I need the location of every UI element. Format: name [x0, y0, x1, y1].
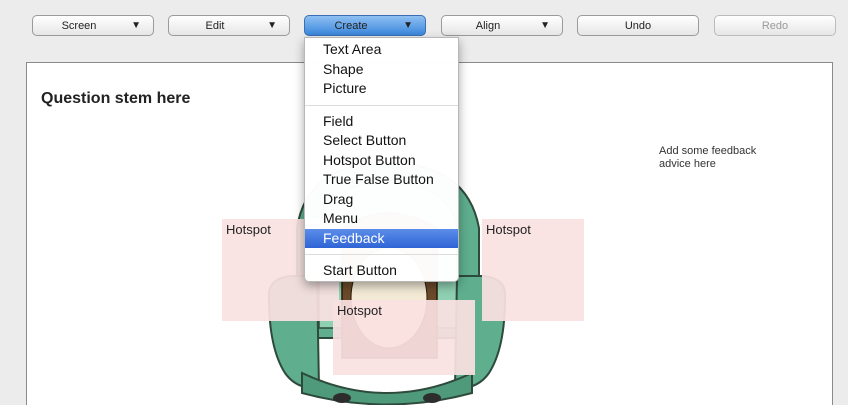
redo-button[interactable]: Redo [714, 15, 836, 36]
hotspot-right[interactable]: Hotspot [482, 219, 584, 321]
create-button-label: Create [334, 19, 368, 32]
menu-item-menu[interactable]: Menu [305, 209, 458, 229]
undo-button-label: Undo [624, 19, 652, 32]
question-stem-text[interactable]: Question stem here [41, 90, 190, 108]
menu-separator [305, 254, 458, 255]
edit-button-label: Edit [205, 19, 225, 32]
undo-button[interactable]: Undo [577, 15, 699, 36]
chevron-down-icon: ▼ [403, 20, 413, 31]
menu-item-start-button[interactable]: Start Button [305, 261, 458, 281]
menu-item-picture[interactable]: Picture [305, 79, 458, 99]
menu-item-field[interactable]: Field [305, 112, 458, 132]
menu-item-drag[interactable]: Drag [305, 190, 458, 210]
menu-separator [305, 104, 458, 106]
menu-item-select-button[interactable]: Select Button [305, 131, 458, 151]
edit-menu-button[interactable]: Edit ▼ [168, 15, 290, 36]
screen-button-label: Screen [61, 19, 97, 32]
hotspot-bottom-label: Hotspot [337, 303, 382, 318]
menu-item-hotspot-button[interactable]: Hotspot Button [305, 151, 458, 171]
chevron-down-icon: ▼ [540, 20, 550, 31]
chevron-down-icon: ▼ [131, 20, 141, 31]
hotspot-right-label: Hotspot [486, 222, 531, 237]
align-menu-button[interactable]: Align ▼ [441, 15, 563, 36]
chevron-down-icon: ▼ [267, 20, 277, 31]
menu-item-shape[interactable]: Shape [305, 60, 458, 80]
hotspot-bottom[interactable]: Hotspot [333, 300, 475, 375]
menu-item-text-area[interactable]: Text Area [305, 40, 458, 60]
menu-item-true-false-button[interactable]: True False Button [305, 170, 458, 190]
hotspot-left-label: Hotspot [226, 222, 271, 237]
menu-item-feedback[interactable]: Feedback [305, 228, 458, 248]
create-dropdown-menu: Text Area Shape Picture Field Select But… [304, 37, 459, 282]
create-menu-button[interactable]: Create ▼ [304, 15, 426, 36]
redo-button-label: Redo [761, 19, 789, 32]
feedback-advice-text[interactable]: Add some feedback advice here [659, 145, 769, 171]
align-button-label: Align [475, 19, 501, 32]
screen-menu-button[interactable]: Screen ▼ [32, 15, 154, 36]
